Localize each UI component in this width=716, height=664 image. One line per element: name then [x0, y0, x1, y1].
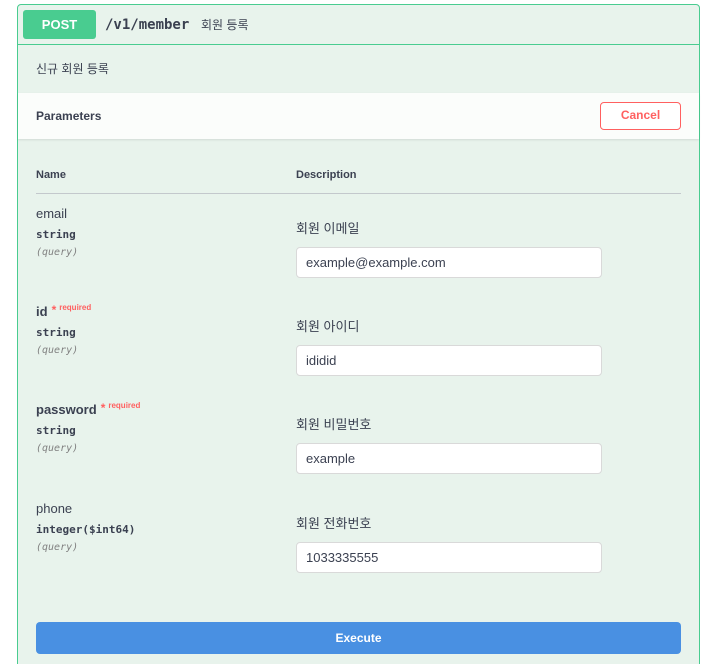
param-location: (query)	[36, 542, 79, 553]
required-asterisk: *	[51, 303, 57, 317]
param-type: integer($int64)	[36, 523, 136, 536]
param-name-group: password * required	[36, 401, 140, 421]
param-description: 회원 아이디	[296, 319, 360, 334]
operation-description: 신규 회원 등록	[36, 62, 109, 76]
param-location: (query)	[36, 443, 79, 454]
password-input[interactable]: example	[296, 443, 602, 474]
param-location: (query)	[36, 247, 79, 258]
id-input[interactable]: ididid	[296, 345, 602, 376]
required-label: required	[108, 401, 141, 410]
email-input[interactable]: example@example.com	[296, 247, 602, 278]
column-header-name: Name	[36, 169, 66, 181]
param-name: email	[36, 206, 68, 221]
param-type: string	[36, 326, 76, 339]
execute-button[interactable]: Execute	[36, 622, 681, 654]
required-asterisk: *	[100, 401, 106, 415]
param-type: string	[36, 424, 76, 437]
param-name: id	[36, 304, 48, 319]
method-badge: POST	[23, 10, 96, 39]
endpoint-path: /v1/member	[105, 17, 190, 33]
param-description: 회원 이메일	[296, 221, 360, 236]
param-name: password	[36, 402, 97, 417]
cancel-button[interactable]: Cancel	[600, 102, 681, 130]
param-name-group: id * required	[36, 303, 91, 323]
param-name: phone	[36, 501, 73, 516]
phone-input[interactable]: 1033335555	[296, 542, 602, 573]
param-description: 회원 전화번호	[296, 516, 372, 531]
param-description: 회원 비밀번호	[296, 417, 372, 432]
operation-block: POST /v1/member 회원 등록 신규 회원 등록 Parameter…	[17, 4, 700, 664]
parameters-header: Parameters Cancel	[18, 93, 699, 139]
operation-summary-text: 회원 등록	[201, 18, 249, 32]
parameters-title: Parameters	[36, 109, 102, 123]
required-label: required	[59, 303, 92, 312]
column-header-description: Description	[296, 169, 357, 181]
param-location: (query)	[36, 345, 79, 356]
column-divider	[36, 193, 681, 194]
param-type: string	[36, 228, 76, 241]
operation-summary[interactable]: POST /v1/member 회원 등록	[18, 5, 699, 45]
